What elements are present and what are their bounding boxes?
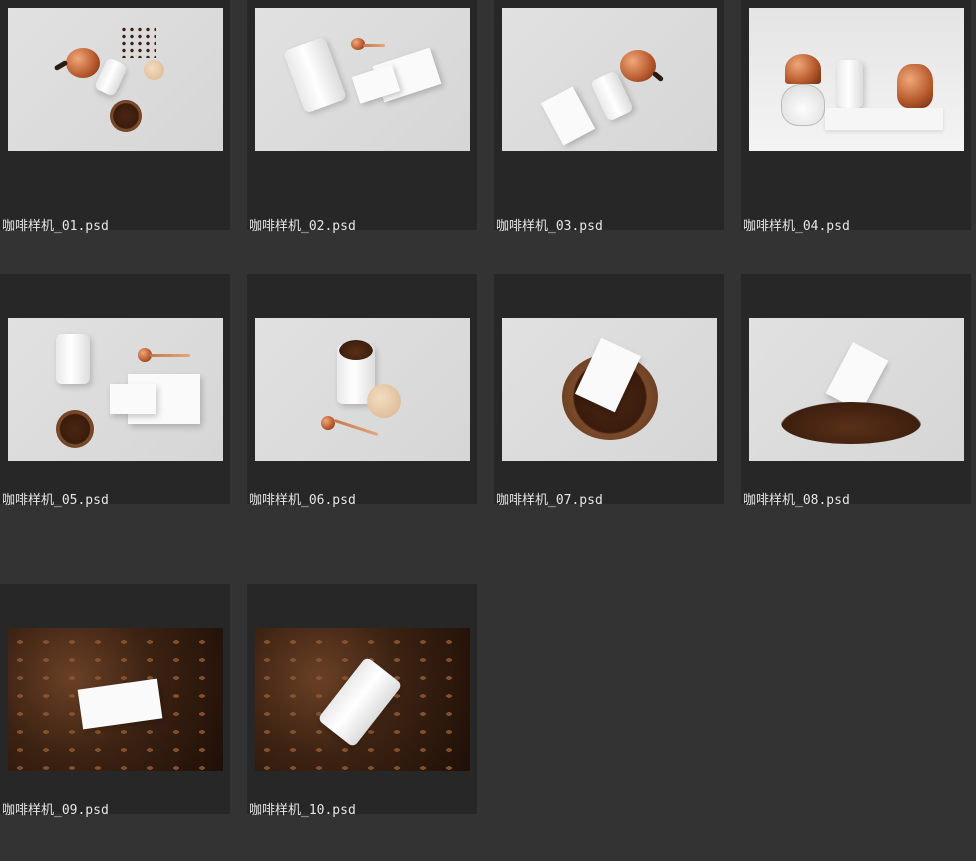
lid-icon	[144, 60, 164, 80]
thumbnail-tile[interactable]	[0, 584, 230, 814]
file-name-label: 咖啡样机_06.psd	[249, 493, 356, 508]
canister-icon	[837, 60, 863, 108]
image-thumbnail-icon	[502, 8, 717, 151]
plinth-icon	[825, 108, 943, 130]
image-thumbnail-icon	[749, 318, 964, 461]
file-item[interactable]: 咖啡样机_09.psd	[0, 584, 230, 854]
file-item[interactable]: 咖啡样机_08.psd	[741, 274, 971, 544]
thumbnail-tile[interactable]	[247, 274, 477, 504]
lid-icon	[367, 384, 401, 418]
beans-icon	[339, 340, 373, 360]
file-item[interactable]: 咖啡样机_04.psd	[741, 0, 971, 270]
file-name-label: 咖啡样机_03.psd	[496, 219, 603, 234]
kettle-icon	[66, 48, 100, 78]
image-thumbnail-icon	[749, 8, 964, 151]
image-thumbnail-icon	[502, 318, 717, 461]
file-item[interactable]: 咖啡样机_10.psd	[247, 584, 477, 854]
bean-bowl-icon	[110, 100, 142, 132]
image-thumbnail-icon	[8, 318, 223, 461]
thumbnail-tile[interactable]	[494, 274, 724, 504]
file-name-label: 咖啡样机_05.psd	[2, 493, 109, 508]
image-thumbnail-icon	[255, 8, 470, 151]
thumbnail-tile[interactable]	[247, 584, 477, 814]
file-item[interactable]: 咖啡样机_02.psd	[247, 0, 477, 270]
image-thumbnail-icon	[8, 8, 223, 151]
thumbnail-tile[interactable]	[494, 0, 724, 230]
scoop-handle-icon	[150, 354, 190, 357]
thumbnail-tile[interactable]	[0, 0, 230, 230]
business-card-icon	[540, 86, 596, 146]
bean-pile-icon	[781, 402, 921, 444]
thumbnail-tile[interactable]	[0, 274, 230, 504]
file-name-label: 咖啡样机_07.psd	[496, 493, 603, 508]
kettle-icon	[620, 50, 656, 82]
canister-icon	[317, 656, 403, 748]
business-card-icon	[110, 384, 156, 414]
thumbnail-tile[interactable]	[741, 274, 971, 504]
scoop-handle-icon	[363, 44, 385, 47]
file-name-label: 咖啡样机_02.psd	[249, 219, 356, 234]
image-thumbnail-icon	[255, 318, 470, 461]
file-name-label: 咖啡样机_01.psd	[2, 219, 109, 234]
canister-icon	[283, 36, 347, 114]
business-card-icon	[77, 678, 163, 730]
scattered-beans-icon	[120, 26, 156, 58]
bean-bowl-icon	[56, 410, 94, 448]
scoop-handle-icon	[333, 418, 379, 437]
kettle-handle-icon	[651, 70, 665, 83]
file-name-label: 咖啡样机_04.psd	[743, 219, 850, 234]
dripper-icon	[785, 54, 821, 84]
glass-server-icon	[781, 84, 825, 126]
thumbnail-tile[interactable]	[247, 0, 477, 230]
file-name-label: 咖啡样机_08.psd	[743, 493, 850, 508]
file-item[interactable]: 咖啡样机_05.psd	[0, 274, 230, 544]
image-thumbnail-icon	[8, 628, 223, 771]
file-grid: 咖啡样机_01.psd 咖啡样机_02.psd 咖啡样机_03.psd 咖啡样机…	[0, 0, 976, 861]
thumbnail-tile[interactable]	[741, 0, 971, 230]
file-item[interactable]: 咖啡样机_06.psd	[247, 274, 477, 544]
scoop-icon	[321, 416, 335, 430]
kettle-icon	[897, 64, 933, 108]
file-item[interactable]: 咖啡样机_07.psd	[494, 274, 724, 544]
file-item[interactable]: 咖啡样机_03.psd	[494, 0, 724, 270]
file-name-label: 咖啡样机_09.psd	[2, 803, 109, 818]
canister-icon	[56, 334, 90, 384]
file-name-label: 咖啡样机_10.psd	[249, 803, 356, 818]
image-thumbnail-icon	[255, 628, 470, 771]
file-item[interactable]: 咖啡样机_01.psd	[0, 0, 230, 270]
